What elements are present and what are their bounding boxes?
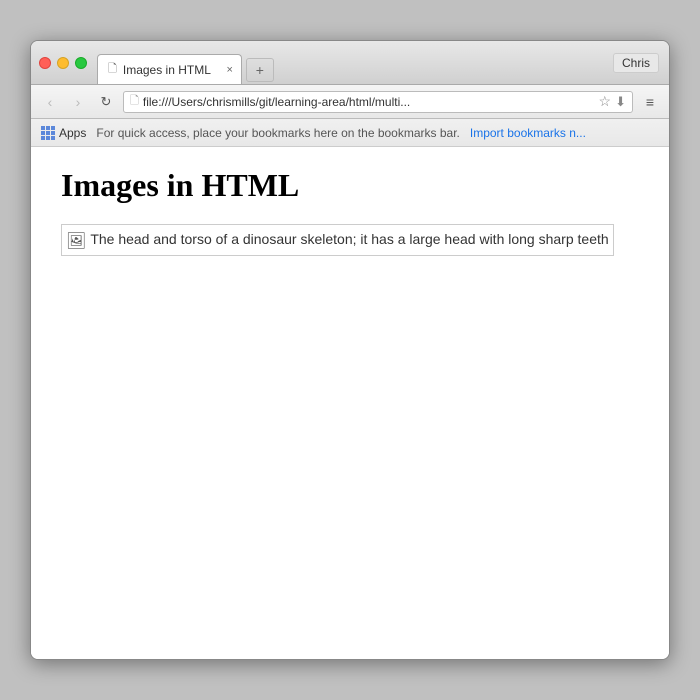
new-tab-button[interactable]: + xyxy=(246,58,274,82)
close-button[interactable] xyxy=(39,57,51,69)
page-title: Images in HTML xyxy=(61,167,639,204)
download-icon[interactable]: ⬇ xyxy=(615,94,626,110)
tab-page-icon: 🗋 xyxy=(108,60,117,79)
address-bar[interactable]: 🗋 file:///Users/chrismills/git/learning-… xyxy=(123,91,633,113)
refresh-icon: ↻ xyxy=(101,94,112,110)
apps-label: Apps xyxy=(59,126,86,140)
refresh-button[interactable]: ↻ xyxy=(95,91,117,113)
back-button[interactable]: ‹ xyxy=(39,91,61,113)
menu-icon: ≡ xyxy=(646,94,654,110)
traffic-lights xyxy=(39,57,87,69)
address-text: file:///Users/chrismills/git/learning-ar… xyxy=(143,95,595,109)
apps-grid-icon xyxy=(41,126,55,140)
broken-image-container: 🖼 The head and torso of a dinosaur skele… xyxy=(61,224,614,256)
back-icon: ‹ xyxy=(48,94,53,110)
bookmark-bar-message: For quick access, place your bookmarks h… xyxy=(96,126,460,140)
user-badge: Chris xyxy=(613,53,659,73)
nav-bar: ‹ › ↻ 🗋 file:///Users/chrismills/git/lea… xyxy=(31,85,669,119)
forward-button[interactable]: › xyxy=(67,91,89,113)
bookmark-star-icon[interactable]: ☆ xyxy=(599,93,612,110)
active-tab[interactable]: 🗋 Images in HTML × xyxy=(97,54,242,84)
broken-image-icon: 🖼 xyxy=(66,231,86,251)
menu-button[interactable]: ≡ xyxy=(639,91,661,113)
bookmarks-bar: Apps For quick access, place your bookma… xyxy=(31,119,669,147)
tab-close-button[interactable]: × xyxy=(226,64,232,76)
tab-area: 🗋 Images in HTML × + xyxy=(97,41,274,84)
import-bookmarks-link[interactable]: Import bookmarks n... xyxy=(470,126,586,140)
image-alt-text: The head and torso of a dinosaur skeleto… xyxy=(90,229,608,250)
forward-icon: › xyxy=(76,94,81,110)
tab-title: Images in HTML xyxy=(123,63,211,77)
address-page-icon: 🗋 xyxy=(130,92,139,111)
title-bar: 🗋 Images in HTML × + Chris xyxy=(31,41,669,85)
apps-link[interactable]: Apps xyxy=(41,126,86,140)
minimize-button[interactable] xyxy=(57,57,69,69)
browser-window: 🗋 Images in HTML × + Chris ‹ › ↻ 🗋 file:… xyxy=(30,40,670,660)
content-area: Images in HTML 🖼 The head and torso of a… xyxy=(31,147,669,659)
maximize-button[interactable] xyxy=(75,57,87,69)
